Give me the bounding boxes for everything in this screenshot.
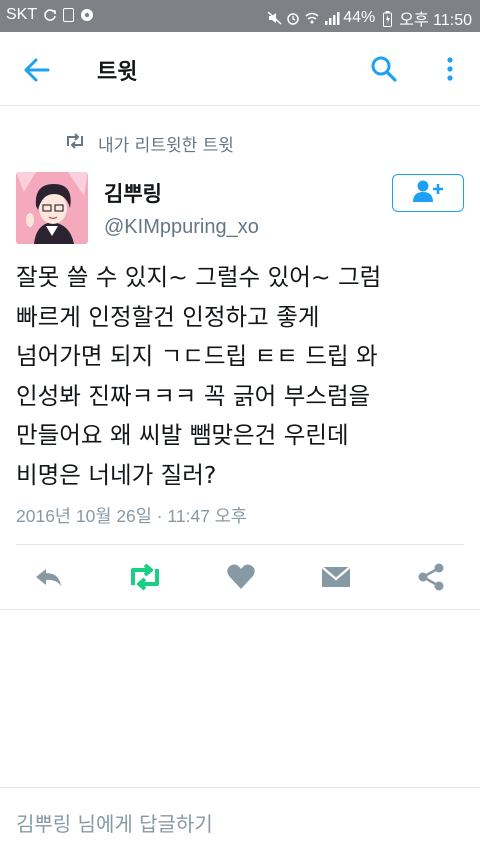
avatar[interactable] (16, 172, 88, 244)
more-vert-icon[interactable] (440, 54, 460, 84)
alarm-icon (286, 11, 300, 25)
tweet-text: 잘못 쓸 수 있지~ 그럴수 있어~ 그럼 빠르게 인정할건 인정하고 좋게 넘… (16, 263, 382, 489)
add-user-icon (411, 179, 445, 207)
reply-placeholder[interactable]: 김뿌링 님에게 답글하기 (16, 808, 213, 837)
reply-icon[interactable] (32, 561, 64, 593)
screenshot-icon (63, 8, 75, 22)
battery-icon (380, 11, 394, 27)
clock-time: 오후 11:50 (399, 12, 472, 29)
retweet-context: 내가 리트윗한 트윗 (64, 131, 234, 156)
reply-composer[interactable]: 김뿌링 님에게 답글하기 (0, 787, 480, 853)
like-icon[interactable] (225, 561, 257, 593)
wifi-icon (305, 11, 319, 25)
retweet-icon[interactable] (126, 561, 164, 593)
tweet-timestamp: 2016년 10월 26일 · 11:47 오후 (16, 506, 247, 526)
search-icon[interactable] (370, 54, 398, 84)
signal-icon (324, 11, 340, 25)
page-title: 트윗 (97, 60, 138, 85)
dm-icon[interactable] (320, 561, 352, 593)
app-bar: 트윗 (0, 32, 480, 106)
retweet-context-label: 내가 리트윗한 트윗 (98, 136, 234, 156)
divider (0, 609, 480, 610)
settings-icon (80, 8, 94, 22)
carrier-label: SKT (6, 6, 38, 23)
mute-icon (267, 11, 282, 25)
retweet-small-icon (64, 133, 86, 154)
refresh-icon (43, 8, 57, 22)
status-bar: SKT 44% 오후 11:50 (0, 0, 480, 32)
back-arrow-icon[interactable] (22, 56, 52, 84)
tweet-action-bar (0, 545, 480, 609)
battery-percent: 44% (343, 9, 376, 26)
follow-button[interactable] (392, 174, 464, 212)
author-handle[interactable]: @KIMppuring_xo (104, 216, 259, 239)
author-name[interactable]: 김뿌링 (104, 178, 162, 208)
share-icon[interactable] (415, 561, 447, 593)
